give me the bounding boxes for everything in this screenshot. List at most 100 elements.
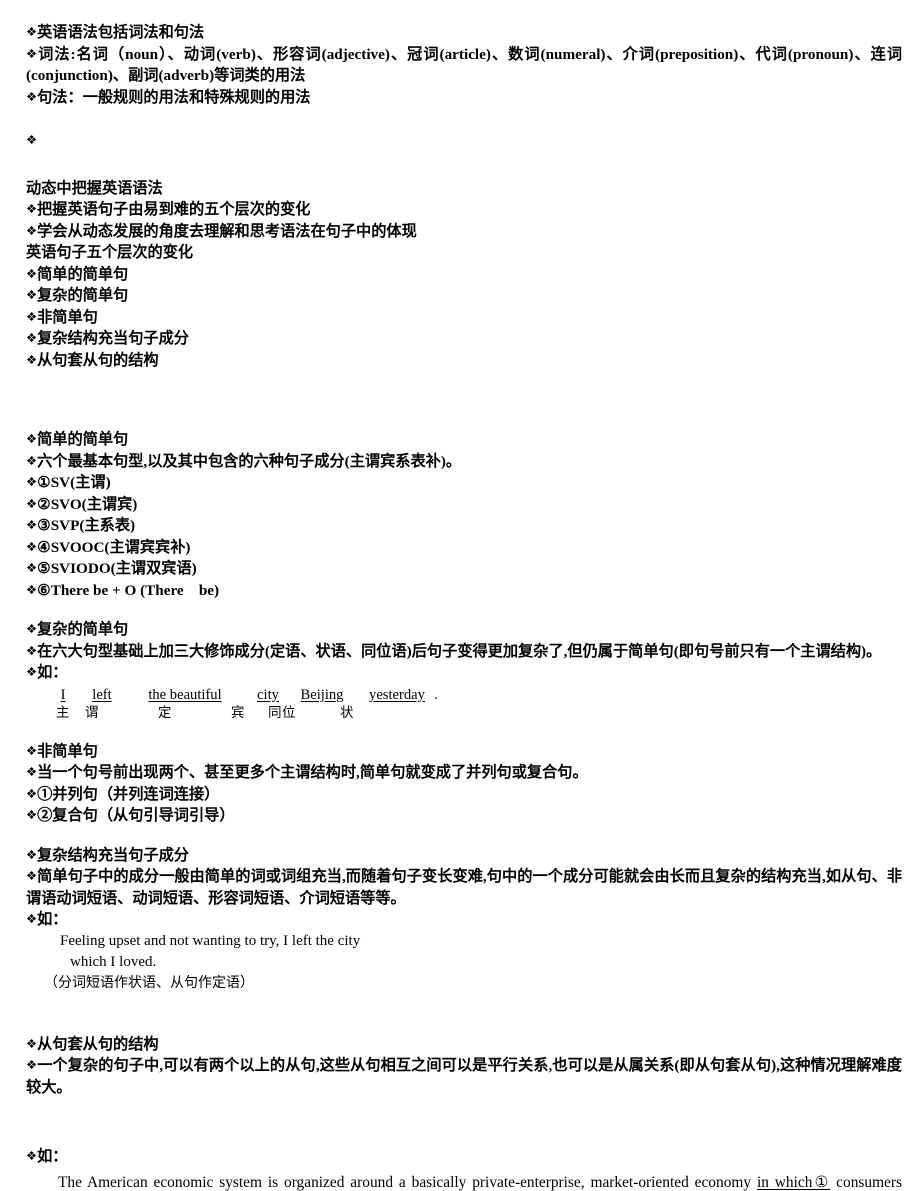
section-title: ❖非简单句 [26,741,902,763]
example-label: ❖如： [26,662,902,684]
section-title: ❖复杂结构充当句子成分 [26,845,902,867]
diagram-word-subject: I [60,686,66,703]
section-heading: 动态中把握英语语法 [26,179,163,197]
diamond-bullet-icon: ❖ [26,308,38,324]
list-item: ❖词法:名词（noun）、动词(verb)、形容词(adjective)、冠词(… [26,44,902,87]
diamond-bullet-icon: ❖ [26,742,38,758]
diamond-bullet-icon: ❖ [26,621,38,636]
diamond-bullet-icon: ❖ [26,201,38,216]
list-item-label: 当一个句号前出现两个、甚至更多个主谓结构时,简单句就变成了并列句或复合句。 [37,764,588,781]
section-complex-simple-sentence: ❖复杂的简单句 ❖在六大句型基础上加三大修饰成分(定语、状语、同位语)后句子变得… [26,619,902,723]
diamond-bullet-icon: ❖ [26,764,38,779]
passage-part-1: The American economic system is organize… [58,1173,757,1191]
diamond-bullet-icon: ❖ [26,222,38,238]
list-item: ❖②SVO(主谓宾) [26,494,902,516]
diagram-label-adverbial: 状 [340,705,354,721]
section-title: ❖复杂的简单句 [26,619,902,641]
diamond-bullet-icon: ❖ [26,452,38,468]
list-item-label: 一个复杂的句子中,可以有两个以上的从句,这些从句相互之间可以是平行关系,也可以是… [26,1057,902,1096]
pattern-label: ⑥There be + O (There be) [37,581,220,599]
diamond-bullet-icon: ❖ [26,807,38,822]
diagram-label-appositive: 同位 [268,705,296,721]
exam-passage: The American economic system is organize… [26,1170,902,1191]
list-item: ❖六个最基本句型,以及其中包含的六种句子成分(主谓宾系表补)。 [26,451,902,473]
diagram-trailing-period: . [434,686,438,703]
list-item: ❖⑤SVIODO(主谓双宾语) [26,558,902,580]
list-item: ❖学会从动态发展的角度去理解和思考语法在句子中的体现 [26,221,902,243]
list-item: ❖句法：一般规则的用法和特殊规则的用法 [26,87,902,109]
diagram-word-appositive: Beijing [300,686,344,703]
list-item: ❖简单的简单句 [26,264,902,286]
diamond-bullet-icon: ❖ [26,642,38,658]
diamond-bullet-icon: ❖ [26,495,38,511]
section-simple-sentence: ❖简单的简单句 ❖六个最基本句型,以及其中包含的六种句子成分(主谓宾系表补)。 … [26,429,902,601]
list-item-label: 复杂结构充当句子成分 [37,330,189,347]
list-item-label: 句法：一般规则的用法和特殊规则的用法 [37,88,311,106]
list-item-label: 英语语法包括词法和句法 [37,24,205,41]
diamond-bullet-icon: ❖ [26,868,38,883]
section-non-simple-sentence: ❖非简单句 ❖当一个句号前出现两个、甚至更多个主谓结构时,简单句就变成了并列句或… [26,741,902,827]
pattern-label: ①SV(主谓) [37,474,111,491]
diamond-bullet-icon: ❖ [26,474,38,489]
list-item: ❖复杂的简单句 [26,285,902,307]
diamond-bullet-icon: ❖ [26,664,38,679]
diamond-bullet-icon: ❖ [26,538,38,554]
list-item-label: ①并列句（并列连词连接） [37,785,220,803]
example-label-text: 如： [37,911,68,928]
pattern-label: ③SVP(主系表) [37,517,136,534]
diamond-bullet-icon: ❖ [26,1148,38,1163]
list-item-label: 在六大句型基础上加三大修饰成分(定语、状语、同位语)后句子变得更加复杂了,但仍属… [37,642,882,660]
diamond-bullet-icon: ❖ [26,560,38,575]
list-item-label: ②复合句（从句引导词引导） [37,807,235,824]
list-item-label: 词法:名词（noun）、动词(verb)、形容词(adjective)、冠词(a… [26,45,903,85]
list-item-empty: ❖ [26,130,902,152]
diagram-word-predicate: left [92,686,112,703]
section-title: ❖简单的简单句 [26,429,902,451]
list-item: ❖当一个句号前出现两个、甚至更多个主谓结构时,简单句就变成了并列句或复合句。 [26,762,902,784]
list-item-label: 简单的简单句 [37,265,129,283]
list-item: ❖⑥There be + O (There be) [26,580,902,602]
list-item-label: 学会从动态发展的角度去理解和思考语法在句子中的体现 [37,222,417,240]
section-title-label: 简单的简单句 [37,431,129,448]
list-item: ❖在六大句型基础上加三大修饰成分(定语、状语、同位语)后句子变得更加复杂了,但仍… [26,641,902,663]
diamond-bullet-icon: ❖ [26,265,38,281]
section-nested-clause: ❖从句套从句的结构 ❖一个复杂的句子中,可以有两个以上的从句,这些从句相互之间可… [26,1034,902,1191]
section-title: ❖从句套从句的结构 [26,1034,902,1056]
list-item: ❖一个复杂的句子中,可以有两个以上的从句,这些从句相互之间可以是平行关系,也可以… [26,1055,902,1098]
document-page: ❖英语语法包括词法和句法 ❖词法:名词（noun）、动词(verb)、形容词(a… [0,0,920,1191]
diagram-label-row: 主谓 定 宾 同位 状 [50,705,902,723]
diagram-word-adverbial: yesterday [369,686,425,703]
sentence-analysis-diagram: Ileft the beautiful city Beijing yesterday. … [26,686,902,723]
list-item: ❖从句套从句的结构 [26,350,902,372]
example-sentence-line-2: which I loved. [70,953,157,970]
diagram-label-object: 宾 [231,705,245,721]
diamond-bullet-icon: ❖ [26,351,38,367]
list-item: ❖①并列句（并列连词连接） [26,784,902,806]
list-item: ❖非简单句 [26,307,902,329]
example-sentence-line-1: Feeling upset and not wanting to try, I … [60,932,361,949]
list-item-label: 非简单句 [37,308,98,326]
clause-marker-1: in which① [756,1173,831,1191]
example-note: （分词短语作状语、从句作定语） [44,974,254,991]
diamond-bullet-icon: ❖ [26,517,38,532]
list-item: ❖简单句子中的成分一般由简单的词或词组充当,而随着句子变长变难,句中的一个成分可… [26,866,902,909]
list-item-label: 从句套从句的结构 [37,351,159,369]
diamond-bullet-icon: ❖ [26,431,38,446]
diamond-bullet-icon: ❖ [26,45,39,61]
diamond-bullet-icon: ❖ [26,581,38,597]
example-label: ❖如： [26,1146,902,1168]
diamond-bullet-icon: ❖ [26,846,38,862]
example-label-text: 如： [37,1148,68,1165]
list-item: ❖复杂结构充当句子成分 [26,328,902,350]
list-item: ❖把握英语句子由易到难的五个层次的变化 [26,199,902,221]
list-item: ❖②复合句（从句引导词引导） [26,805,902,827]
list-item-label: 复杂的简单句 [37,287,129,304]
example-label-text: 如： [37,664,68,681]
list-item: ❖④SVOOC(主谓宾宾补) [26,537,902,559]
